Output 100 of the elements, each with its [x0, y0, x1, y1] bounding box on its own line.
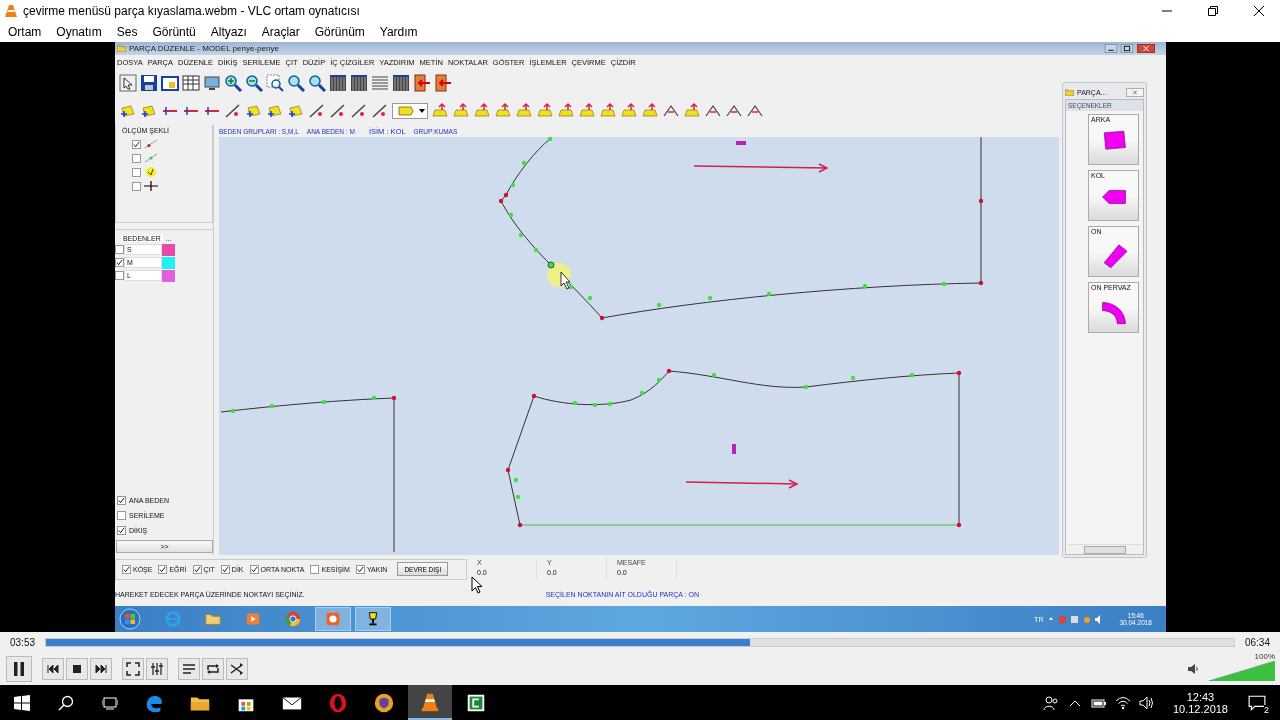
save-icon[interactable] — [140, 74, 158, 92]
piece-tool-icon[interactable] — [599, 102, 617, 120]
stop-button[interactable] — [66, 657, 88, 680]
menu-item[interactable]: Ses — [108, 25, 145, 39]
maximize-icon[interactable] — [1120, 44, 1134, 53]
line-tool-icon[interactable] — [350, 102, 368, 120]
snap-checkbox[interactable] — [192, 564, 202, 574]
traffic-cone-icon[interactable] — [408, 685, 452, 720]
monitor-icon[interactable] — [203, 74, 221, 92]
piece-shape-icon — [397, 105, 415, 117]
previous-button[interactable] — [42, 657, 64, 680]
speaker-icon[interactable] — [1187, 662, 1199, 675]
menu-item[interactable]: Görünüm — [306, 25, 372, 39]
mouse-cursor-icon — [471, 576, 483, 594]
snap-checkbox[interactable] — [310, 564, 320, 574]
folder-icon — [117, 45, 126, 52]
trophy-icon[interactable] — [355, 607, 391, 631]
option-checkbox[interactable] — [117, 526, 126, 535]
volume-reading: 100% — [1254, 652, 1275, 661]
snap-checkbox[interactable] — [220, 564, 230, 574]
snap-checkbox[interactable] — [158, 564, 168, 574]
fullscreen-button[interactable] — [122, 657, 144, 680]
measure-line-icon — [144, 153, 158, 163]
magnifier-icon[interactable] — [308, 74, 326, 92]
piece-tool-icon[interactable] — [557, 102, 575, 120]
piece-tool-icon[interactable] — [266, 102, 284, 120]
close-icon[interactable] — [1254, 6, 1264, 16]
line-tool-icon[interactable] — [308, 102, 326, 120]
app-title: PARÇA DÜZENLE - MODEL penye-penye — [129, 44, 279, 53]
horizontal-scrollbar[interactable] — [1066, 544, 1143, 554]
menu-item[interactable]: Araçlar — [253, 25, 307, 39]
equalizer-button[interactable] — [146, 657, 168, 680]
piece-tool-icon[interactable] — [119, 102, 137, 120]
next-button[interactable] — [90, 657, 112, 680]
piece-tool-icon[interactable] — [431, 102, 449, 120]
piece-tool-icon[interactable] — [683, 102, 701, 120]
restore-icon[interactable] — [1208, 6, 1218, 16]
shuffle-button[interactable] — [226, 657, 248, 680]
piece-tool-icon[interactable] — [578, 102, 596, 120]
start-orb-icon[interactable] — [119, 608, 141, 630]
grid-icon[interactable] — [329, 74, 347, 92]
line-tool-icon[interactable] — [329, 102, 347, 120]
option-checkbox[interactable] — [132, 167, 141, 177]
magnifier-icon[interactable] — [287, 74, 305, 92]
menu-item[interactable]: Oynatım — [48, 25, 109, 39]
caret-icon — [417, 109, 427, 113]
snap-checkbox[interactable] — [249, 564, 259, 574]
clock-time: 12:43 — [1186, 690, 1215, 703]
notch-mark — [732, 444, 736, 454]
snap-checkbox[interactable] — [355, 564, 365, 574]
line-tool-icon[interactable] — [371, 102, 389, 120]
minimize-icon[interactable] — [1104, 44, 1118, 53]
menu-item[interactable]: Ortam — [0, 25, 49, 39]
piece-tool-icon[interactable] — [620, 102, 638, 120]
traffic-cone-icon — [4, 4, 18, 18]
piece-tool-icon[interactable] — [140, 102, 158, 120]
menu-item[interactable]: Yardım — [371, 25, 425, 39]
snap-checkbox[interactable] — [122, 564, 131, 574]
option-checkbox[interactable] — [132, 153, 141, 163]
size-checkbox[interactable] — [115, 245, 124, 254]
piece-tool-icon[interactable] — [494, 102, 512, 120]
grid-icon[interactable] — [350, 74, 368, 92]
notification-icon[interactable] — [1248, 693, 1266, 712]
size-checkbox[interactable] — [115, 258, 124, 267]
door-icon[interactable] — [434, 74, 452, 92]
table-icon[interactable] — [182, 74, 200, 92]
piece-tool-icon[interactable] — [515, 102, 533, 120]
zoom-in-icon[interactable] — [224, 74, 242, 92]
option-checkbox[interactable] — [117, 496, 126, 505]
pointer-icon[interactable] — [119, 74, 137, 92]
loop-button[interactable] — [202, 657, 224, 680]
size-checkbox[interactable] — [115, 271, 124, 280]
door-icon[interactable] — [413, 74, 431, 92]
seek-bar[interactable] — [45, 637, 1235, 647]
window-icon[interactable] — [161, 74, 179, 92]
zoom-box-icon[interactable] — [266, 74, 284, 92]
pause-button[interactable] — [6, 655, 32, 682]
option-checkbox[interactable] — [132, 181, 141, 191]
grid-icon[interactable] — [392, 74, 410, 92]
total-time: 06:34 — [1244, 636, 1270, 648]
volume-slider[interactable] — [1209, 661, 1275, 681]
piece-tool-icon[interactable] — [287, 102, 305, 120]
elapsed-time: 03:53 — [10, 636, 36, 648]
notification-count: 2 — [1264, 704, 1269, 715]
option-checkbox[interactable] — [132, 139, 141, 149]
piece-tool-icon[interactable] — [641, 102, 659, 120]
piece-tool-icon[interactable] — [473, 102, 491, 120]
piece-tool-icon[interactable] — [245, 102, 263, 120]
option-checkbox[interactable] — [117, 511, 126, 520]
crosshair-icon — [144, 181, 158, 191]
cursor-icon — [560, 271, 571, 290]
menu-item[interactable]: Altyazı — [202, 25, 254, 39]
playlist-button[interactable] — [178, 657, 200, 680]
piece-tool-icon[interactable] — [452, 102, 470, 120]
piece-tool-icon[interactable] — [536, 102, 554, 120]
zoom-out-icon[interactable] — [245, 74, 263, 92]
shape-dropdown[interactable] — [392, 103, 428, 119]
line-tool-icon[interactable] — [224, 102, 242, 120]
menu-item[interactable]: Görüntü — [144, 25, 203, 39]
highlight-icon — [144, 167, 158, 177]
